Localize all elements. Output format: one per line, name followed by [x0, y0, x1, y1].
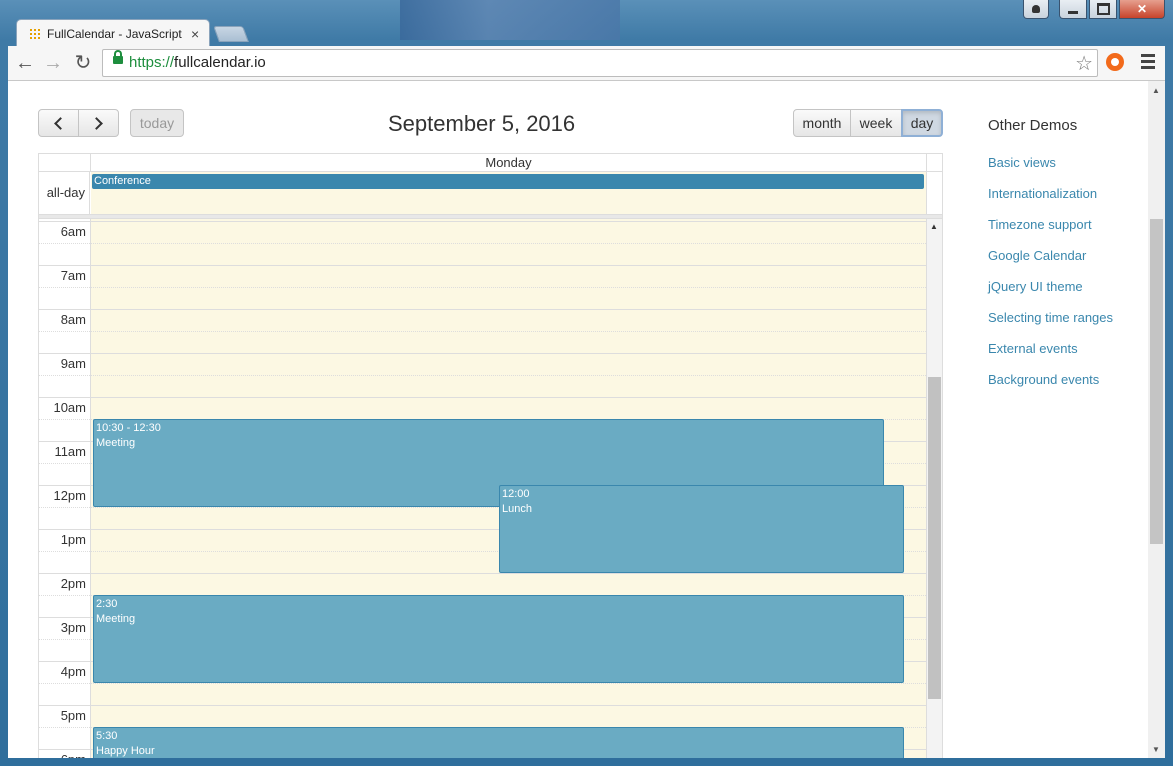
calendar-title: September 5, 2016: [388, 111, 576, 136]
browser-tab[interactable]: FullCalendar - JavaScript E ×: [16, 19, 210, 47]
other-demos-list: Basic views Internationalization Timezone …: [988, 155, 1113, 403]
event-title: Meeting: [96, 437, 136, 449]
hour-line: [39, 265, 926, 266]
header-axis-cell: [39, 154, 91, 171]
demo-link[interactable]: Internationalization: [988, 186, 1113, 217]
minimize-button[interactable]: [1059, 0, 1087, 19]
hour-line: [39, 397, 926, 398]
hour-line: [39, 221, 926, 222]
demo-link[interactable]: Background events: [988, 372, 1113, 403]
today-button[interactable]: today: [130, 109, 184, 137]
half-hour-line: [39, 331, 926, 332]
prev-button[interactable]: [38, 109, 79, 137]
window-controls: ✕: [1023, 0, 1165, 19]
calendar-event[interactable]: 5:30 Happy Hour: [93, 727, 904, 758]
chevron-right-icon: [90, 116, 103, 130]
time-label: 6am: [60, 224, 86, 239]
day-view-button[interactable]: day: [901, 109, 943, 137]
chevron-left-icon: [54, 116, 67, 130]
maximize-button[interactable]: [1089, 0, 1117, 19]
day-header: Monday: [91, 154, 927, 171]
time-label: 12pm: [53, 488, 86, 503]
week-view-button[interactable]: week: [850, 109, 902, 137]
other-demos-title: Other Demos: [988, 117, 1078, 134]
event-title: Lunch: [502, 503, 532, 515]
scroll-up-icon[interactable]: ▲: [930, 222, 938, 231]
all-day-event[interactable]: Conference: [92, 174, 924, 189]
hour-line: [39, 705, 926, 706]
event-title: Meeting: [96, 613, 136, 625]
time-label: 1pm: [60, 532, 86, 547]
background-window-strip: [400, 0, 620, 40]
demo-link[interactable]: Basic views: [988, 155, 1113, 186]
event-time: 12:00: [502, 488, 530, 500]
page-scrollbar[interactable]: ▲ ▼: [1148, 81, 1165, 758]
demo-link[interactable]: Google Calendar: [988, 248, 1113, 279]
hour-line: [39, 573, 926, 574]
time-label: 3pm: [60, 620, 86, 635]
extension-icon[interactable]: [1106, 53, 1124, 71]
scrollbar-thumb[interactable]: [928, 377, 941, 699]
demo-link[interactable]: Selecting time ranges: [988, 310, 1113, 341]
reload-icon[interactable]: ↻: [72, 52, 94, 74]
close-window-button[interactable]: ✕: [1119, 0, 1165, 19]
all-day-cell[interactable]: Conference: [91, 172, 927, 214]
demo-link[interactable]: Timezone support: [988, 217, 1113, 248]
event-time: 2:30: [96, 598, 118, 610]
time-label: 2pm: [60, 576, 86, 591]
calendar-grid: Monday all-day Conference ▲ 6am 7am 8am 9am…: [38, 153, 943, 758]
tab-title: FullCalendar - JavaScript E: [47, 26, 185, 41]
time-label: 9am: [60, 356, 86, 371]
half-hour-line: [39, 683, 926, 684]
demo-link[interactable]: External events: [988, 341, 1113, 372]
hour-line: [39, 353, 926, 354]
time-label: 11am: [54, 444, 86, 459]
browser-toolbar: ← → ↻ https://fullcalendar.io ☆: [8, 46, 1165, 81]
calendar-event[interactable]: 12:00 Lunch: [499, 485, 904, 573]
address-bar[interactable]: https://fullcalendar.io ☆: [102, 49, 1098, 77]
time-grid-scrollbar[interactable]: ▲: [927, 219, 942, 758]
back-arrow-icon[interactable]: ←: [14, 52, 36, 74]
time-label: 5pm: [60, 708, 86, 723]
event-time: 5:30: [96, 730, 118, 742]
bookmark-star-icon[interactable]: ☆: [1075, 51, 1093, 76]
hour-line: [39, 309, 926, 310]
half-hour-line: [39, 375, 926, 376]
event-time: 10:30 - 12:30: [96, 422, 161, 434]
month-view-button[interactable]: month: [793, 109, 851, 137]
tab-close-icon[interactable]: ×: [191, 26, 199, 42]
demo-link[interactable]: jQuery UI theme: [988, 279, 1113, 310]
scroll-up-icon[interactable]: ▲: [1152, 86, 1160, 95]
next-button[interactable]: [78, 109, 119, 137]
time-grid: ▲ 6am 7am 8am 9am 10am 11am 12pm 1pm 2pm 3pm 4pm 5p…: [39, 219, 942, 758]
url-text[interactable]: https://fullcalendar.io: [129, 54, 266, 71]
all-day-row: all-day Conference: [39, 172, 942, 215]
all-day-label: all-day: [39, 172, 90, 214]
lock-icon: [113, 50, 123, 64]
scroll-down-icon[interactable]: ▼: [1152, 745, 1160, 754]
forward-arrow-icon[interactable]: →: [42, 52, 64, 74]
time-label: 4pm: [60, 664, 86, 679]
calendar-favicon-icon: [29, 27, 41, 40]
new-tab-button[interactable]: [213, 26, 249, 42]
page-content: today September 5, 2016 month week day M…: [8, 81, 1148, 758]
event-title: Happy Hour: [96, 745, 155, 757]
time-label: 8am: [60, 312, 86, 327]
profile-icon[interactable]: [1023, 0, 1049, 19]
half-hour-line: [39, 243, 926, 244]
day-header-row: Monday: [39, 154, 942, 172]
menu-hamburger-icon[interactable]: [1141, 54, 1155, 72]
time-label: 6pm: [39, 752, 86, 758]
time-label: 7am: [60, 268, 86, 283]
calendar-event[interactable]: 2:30 Meeting: [93, 595, 904, 683]
time-label: 10am: [53, 400, 86, 415]
page-scrollbar-thumb[interactable]: [1150, 219, 1163, 544]
half-hour-line: [39, 287, 926, 288]
